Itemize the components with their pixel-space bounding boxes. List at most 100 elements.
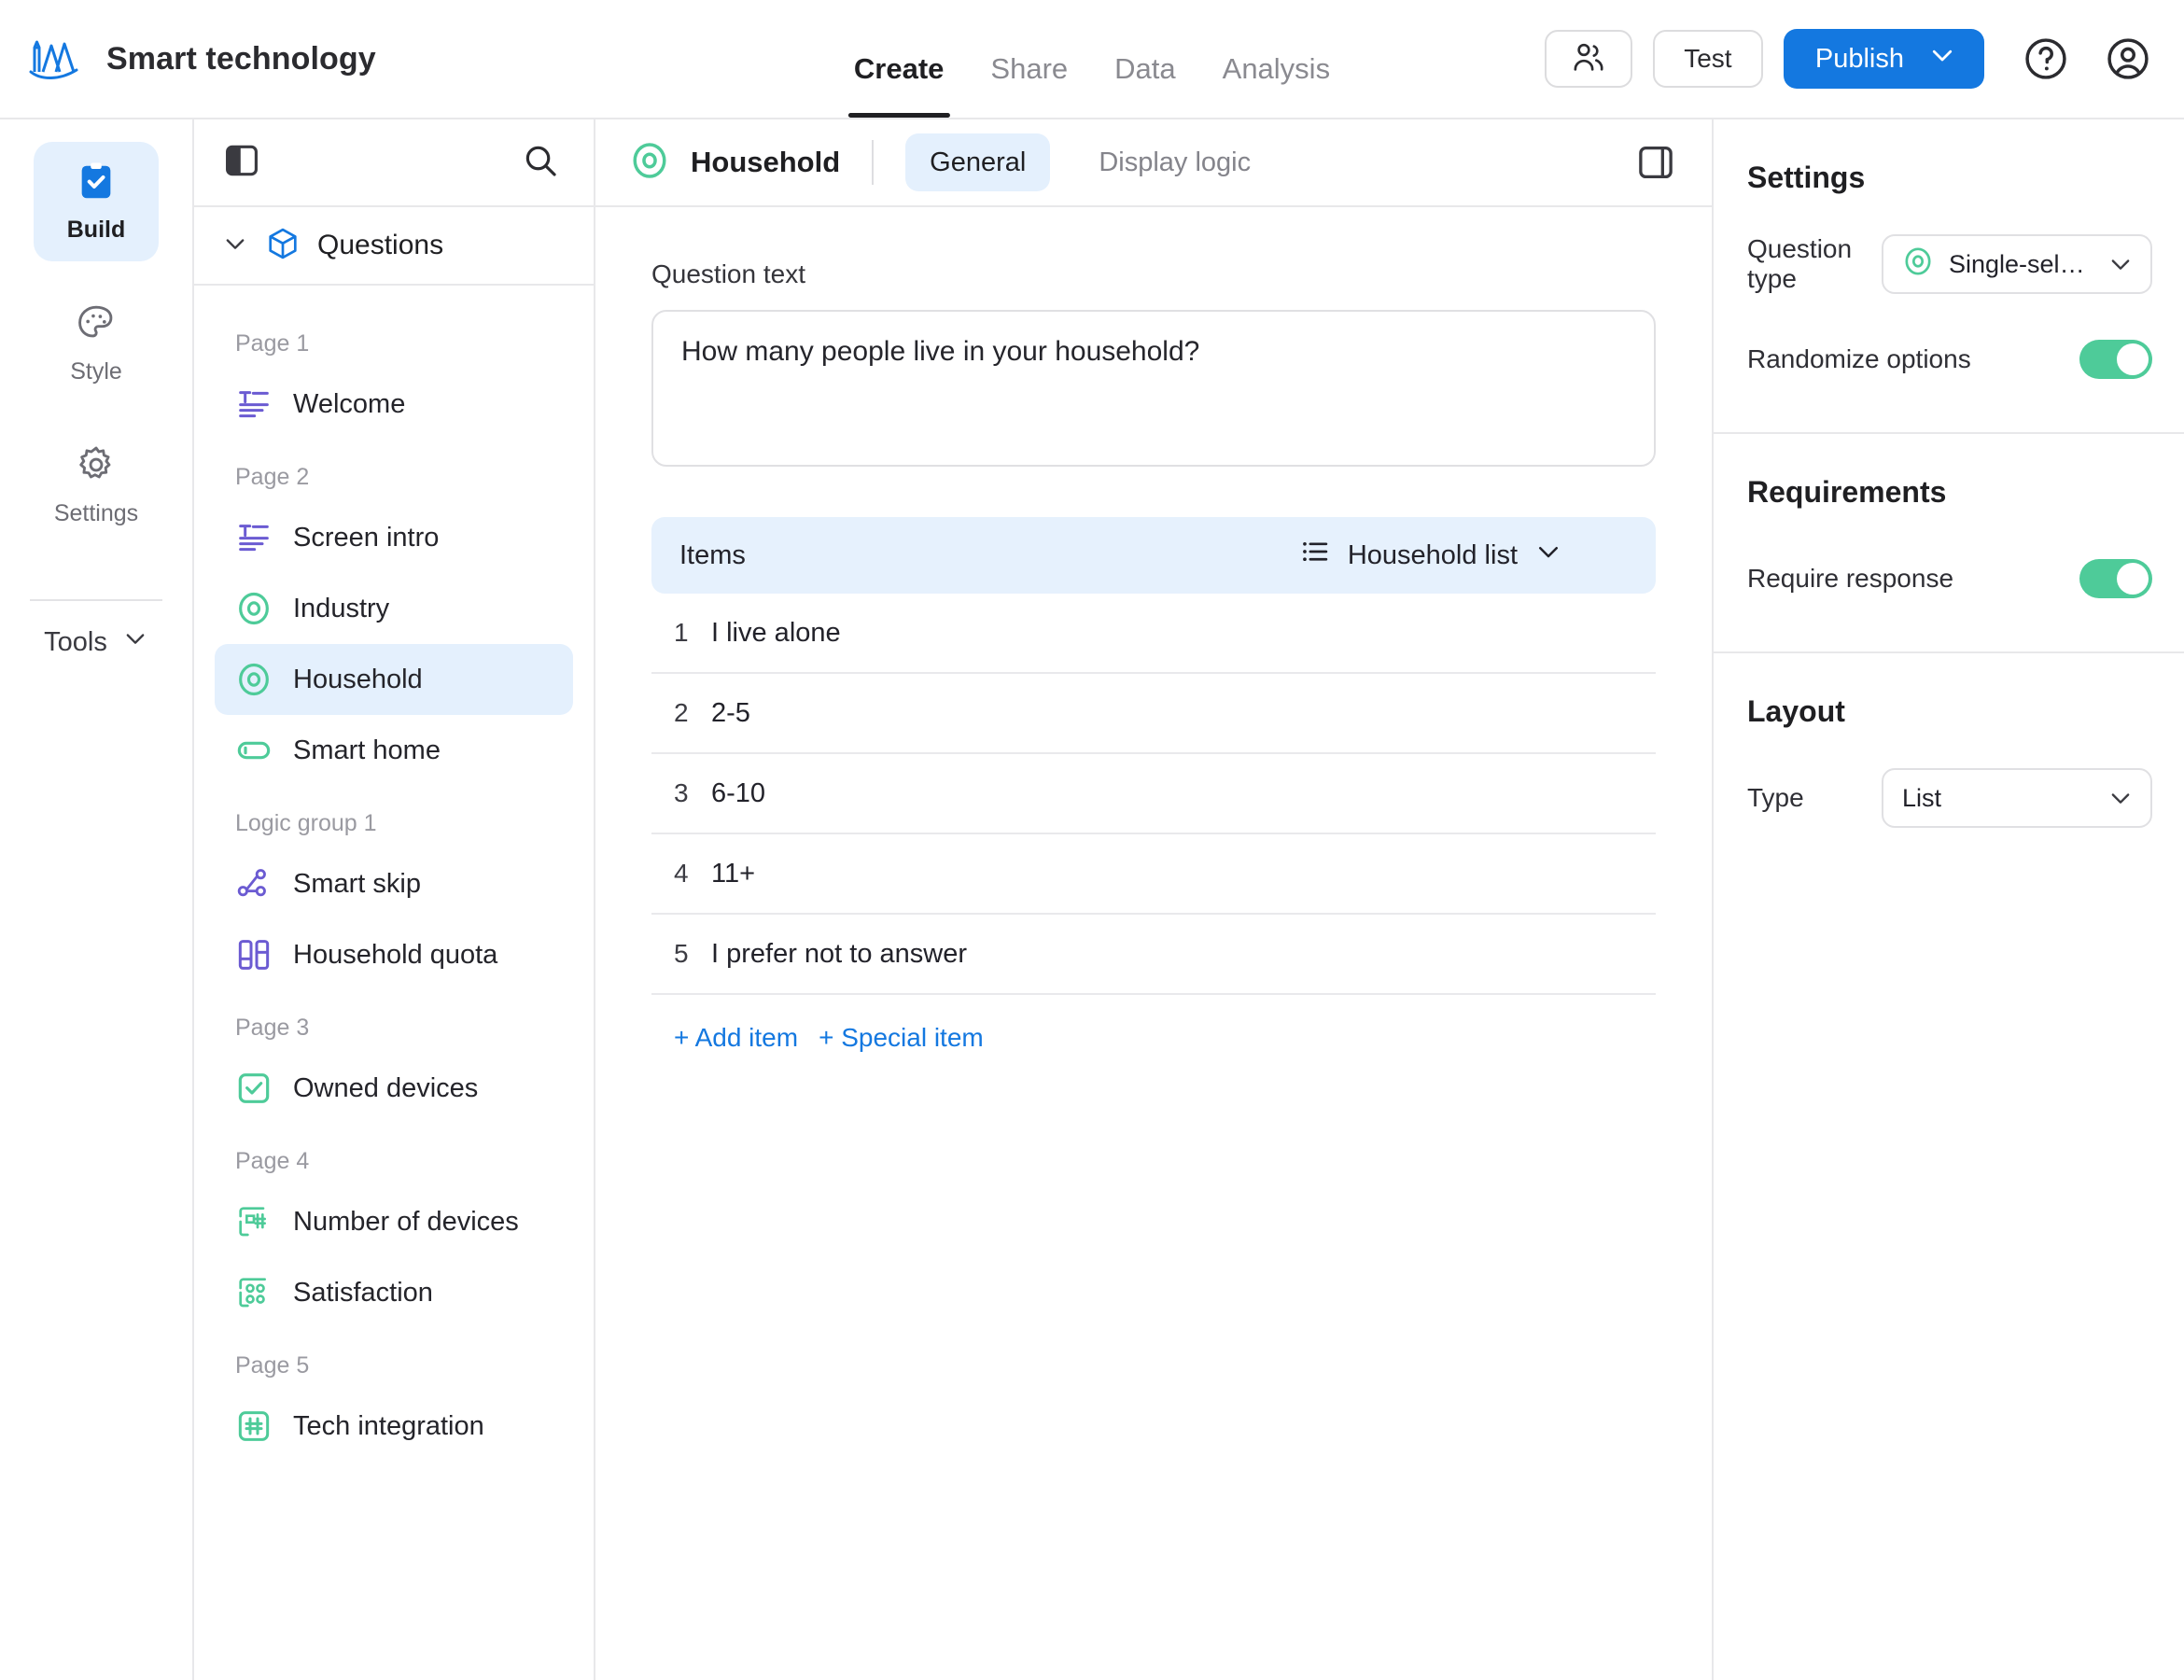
tree-item-owned-devices[interactable]: Owned devices — [215, 1053, 573, 1124]
top-bar-actions: Test Publish — [1544, 29, 2152, 89]
questions-tree-panel: Questions Page 1 Welcome Page 2 Screen i… — [194, 119, 595, 1680]
layout-type-select[interactable]: List — [1882, 768, 2152, 828]
cube-icon — [265, 226, 301, 266]
rail-item-build[interactable]: Build — [34, 142, 159, 261]
item-label[interactable]: 11+ — [711, 859, 755, 889]
tree-item-household-quota[interactable]: Household quota — [215, 919, 573, 990]
items-source-dropdown[interactable]: Household list — [1299, 536, 1624, 575]
search-icon[interactable] — [521, 141, 560, 185]
tree-item-industry[interactable]: Industry — [215, 573, 573, 644]
question-text-label: Question text — [651, 259, 805, 288]
tree-item-tech-integration[interactable]: Tech integration — [215, 1391, 573, 1462]
tree-item-satisfaction[interactable]: Satisfaction — [215, 1257, 573, 1328]
help-circle-icon — [2022, 35, 2070, 83]
tree-toolbar — [194, 119, 594, 207]
settings-panel: Settings Question type Single-select Ran… — [1714, 119, 2184, 1680]
question-editor: Household General Display logic Question… — [595, 119, 1714, 1680]
item-label[interactable]: 6-10 — [711, 778, 765, 809]
tab-display-logic[interactable]: Display logic — [1074, 133, 1275, 191]
test-button[interactable]: Test — [1652, 30, 1763, 88]
editor-body: Question text How many people live in yo… — [595, 207, 1712, 1680]
tools-menu[interactable]: Tools — [44, 625, 148, 659]
brand-name: Smart technology — [106, 40, 376, 77]
account-button[interactable] — [2104, 35, 2152, 83]
tree-item-label: Household quota — [293, 939, 498, 970]
tree-item-smart-home[interactable]: Smart home — [215, 715, 573, 786]
layout-type-value: List — [1902, 783, 1942, 812]
item-label[interactable]: I live alone — [711, 618, 841, 649]
setting-label: Type — [1747, 783, 1804, 812]
tab-general[interactable]: General — [905, 133, 1051, 191]
help-button[interactable] — [2022, 35, 2070, 83]
add-item-button[interactable]: + Add item — [674, 1023, 798, 1053]
tree-item-label: Smart home — [293, 735, 441, 765]
single-select-icon — [1902, 245, 1934, 284]
clipboard-check-icon — [75, 160, 118, 207]
items-header-label: Items — [679, 539, 746, 570]
tree-item-welcome[interactable]: Welcome — [215, 369, 573, 440]
setting-question-type: Question type Single-select — [1747, 232, 2152, 296]
checkbox-icon — [235, 1070, 273, 1107]
tab-data[interactable]: Data — [1109, 52, 1181, 118]
tab-analysis[interactable]: Analysis — [1217, 52, 1336, 118]
table-row[interactable]: 3 6-10 — [651, 754, 1656, 834]
require-response-toggle[interactable] — [2079, 559, 2152, 598]
setting-require-response: Require response — [1747, 547, 2152, 610]
tree-group-label: Page 4 — [235, 1148, 310, 1174]
tree-item-number-of-devices[interactable]: Number of devices — [215, 1186, 573, 1257]
brand: Smart technology — [28, 35, 376, 83]
publish-button[interactable]: Publish — [1783, 29, 1984, 89]
tree-item-screen-intro[interactable]: Screen intro — [215, 502, 573, 573]
settings-section-layout: Layout Type List — [1714, 653, 2184, 871]
tree-item-label: Number of devices — [293, 1206, 519, 1237]
item-actions: + Add item + Special item — [651, 995, 1656, 1053]
body: Build Style Settings Tools Questions Pag… — [0, 119, 2184, 1680]
publish-label: Publish — [1814, 43, 1904, 74]
tab-create[interactable]: Create — [847, 52, 950, 118]
rail-item-style[interactable]: Style — [34, 284, 159, 403]
setting-label: Require response — [1747, 564, 1954, 593]
tree-item-label: Welcome — [293, 388, 406, 419]
people-icon — [1570, 38, 1607, 80]
numeric-grid-icon — [235, 1203, 273, 1240]
tab-share[interactable]: Share — [985, 52, 1073, 118]
rail-item-build-label: Build — [66, 217, 126, 243]
item-label[interactable]: I prefer not to answer — [711, 939, 967, 970]
setting-label: Question type — [1747, 234, 1853, 293]
randomize-options-toggle[interactable] — [2079, 340, 2152, 379]
table-row[interactable]: 5 I prefer not to answer — [651, 915, 1656, 995]
setting-control: List — [1882, 768, 2152, 828]
tree-item-label: Smart skip — [293, 868, 421, 899]
item-label[interactable]: 2-5 — [711, 698, 750, 729]
chevron-down-icon — [2107, 251, 2134, 277]
chevron-down-icon — [1928, 41, 1956, 77]
rail-item-settings[interactable]: Settings — [34, 426, 159, 545]
table-row[interactable]: 2 2-5 — [651, 674, 1656, 754]
tree-item-household[interactable]: Household — [215, 644, 573, 715]
gear-icon — [75, 443, 118, 491]
header-divider — [872, 140, 875, 185]
question-type-select[interactable]: Single-select — [1882, 234, 2152, 294]
rail-item-style-label: Style — [70, 358, 122, 385]
tools-label: Tools — [44, 626, 107, 657]
setting-control: Single-select — [1882, 234, 2152, 294]
item-number: 5 — [674, 939, 689, 968]
right-panel-toggle-icon[interactable] — [1628, 134, 1684, 190]
chevron-down-icon — [2107, 785, 2134, 811]
top-bar: Smart technology Create Share Data Analy… — [0, 0, 2184, 119]
item-number: 3 — [674, 778, 689, 807]
list-icon — [1299, 536, 1331, 575]
table-row[interactable]: 1 I live alone — [651, 594, 1656, 674]
tree-item-smart-skip[interactable]: Smart skip — [215, 848, 573, 919]
setting-control — [2079, 559, 2152, 598]
chevron-down-icon[interactable] — [222, 231, 248, 261]
add-special-item-button[interactable]: + Special item — [819, 1023, 984, 1053]
question-text-input[interactable]: How many people live in your household? — [651, 310, 1656, 467]
setting-randomize-options: Randomize options — [1747, 328, 2152, 391]
items-header: Items Household list — [651, 517, 1656, 594]
tree-root-row[interactable]: Questions — [194, 207, 594, 286]
sidebar-collapse-icon[interactable] — [222, 141, 261, 185]
palette-icon — [75, 301, 118, 349]
collaborators-button[interactable] — [1544, 30, 1632, 88]
table-row[interactable]: 4 11+ — [651, 834, 1656, 915]
